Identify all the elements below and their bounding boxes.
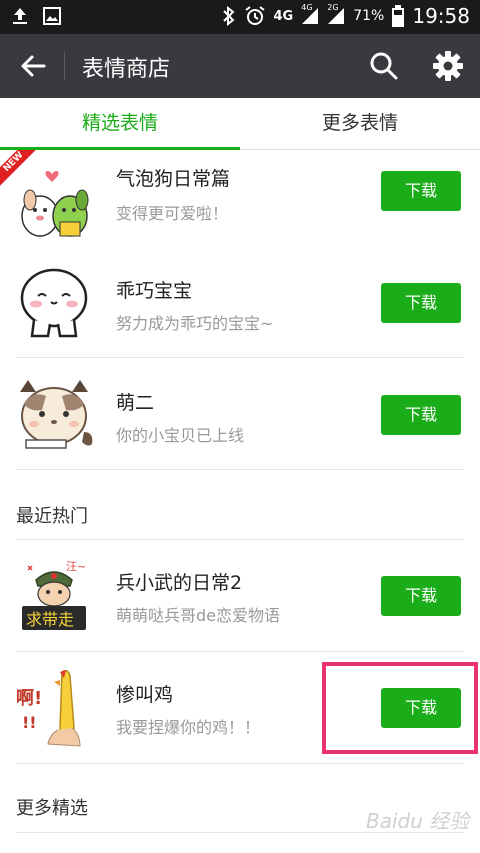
section-title-more: 更多精选 bbox=[16, 798, 88, 819]
list-item[interactable]: 汪~ 求带走 兵小武的日常2 萌萌哒兵哥de恋爱物语 下载 bbox=[0, 540, 480, 652]
sticker-thumbnail bbox=[20, 380, 93, 449]
svg-text:求带走: 求带走 bbox=[26, 610, 74, 629]
arrow-left-icon bbox=[21, 55, 46, 77]
signal-icon: 4G bbox=[301, 3, 319, 25]
status-bar: 4G 4G 2G 71% 19:58 bbox=[0, 0, 480, 34]
download-button[interactable]: 下载 bbox=[381, 576, 461, 616]
divider bbox=[16, 469, 464, 470]
svg-text:啊!: 啊! bbox=[16, 688, 42, 709]
upload-icon bbox=[10, 6, 30, 26]
download-button[interactable]: 下载 bbox=[381, 283, 461, 323]
tab-bar: 精选表情 更多表情 bbox=[0, 98, 480, 151]
sticker-thumbnail bbox=[21, 171, 89, 237]
svg-text:汪~: 汪~ bbox=[66, 560, 86, 573]
app-bar: 表情商店 bbox=[0, 34, 480, 98]
download-button[interactable]: 下载 bbox=[381, 171, 461, 211]
page-title: 表情商店 bbox=[82, 57, 171, 82]
network-4g-label: 4G bbox=[273, 8, 294, 24]
sticker-desc: 变得更可爱啦！ bbox=[116, 204, 229, 223]
divider bbox=[16, 763, 464, 764]
clock: 19:58 bbox=[412, 4, 470, 28]
download-button[interactable]: 下载 bbox=[381, 395, 461, 435]
sticker-name: 萌二 bbox=[116, 392, 155, 414]
sticker-desc: 努力成为乖巧的宝宝~ bbox=[116, 314, 274, 333]
tab-more[interactable]: 更多表情 bbox=[240, 98, 480, 150]
appbar-divider bbox=[64, 52, 65, 80]
battery-percent: 71% bbox=[353, 8, 385, 24]
section-title-recent: 最近热门 bbox=[16, 506, 88, 527]
signal-2g-icon: 2G bbox=[327, 3, 345, 25]
gear-icon bbox=[433, 51, 463, 81]
list-item[interactable]: 萌二 你的小宝贝已上线 下载 bbox=[0, 358, 480, 470]
sticker-name: 气泡狗日常篇 bbox=[116, 168, 231, 190]
sticker-desc: 你的小宝贝已上线 bbox=[116, 426, 245, 445]
list-item[interactable]: 乖巧宝宝 努力成为乖巧的宝宝~ 下载 bbox=[0, 246, 480, 358]
alarm-icon bbox=[244, 5, 266, 27]
battery-icon bbox=[392, 5, 405, 27]
search-button[interactable] bbox=[369, 51, 399, 81]
sticker-thumbnail bbox=[20, 268, 88, 338]
back-button[interactable] bbox=[18, 51, 48, 81]
sticker-name: 惨叫鸡 bbox=[116, 684, 174, 706]
bluetooth-icon bbox=[222, 6, 236, 26]
watermark: Baidu 经验 bbox=[366, 809, 470, 833]
tab-featured[interactable]: 精选表情 bbox=[0, 98, 240, 151]
sticker-thumbnail: 啊! !! bbox=[16, 669, 81, 747]
sticker-desc: 我要捏爆你的鸡！！ bbox=[116, 718, 261, 737]
sticker-name: 兵小武的日常2 bbox=[116, 572, 243, 594]
image-icon bbox=[42, 6, 62, 26]
sticker-desc: 萌萌哒兵哥de恋爱物语 bbox=[116, 606, 281, 625]
search-icon bbox=[370, 52, 398, 80]
svg-text:!!: !! bbox=[22, 713, 37, 732]
highlight-box bbox=[322, 662, 478, 754]
sticker-thumbnail: 汪~ 求带走 bbox=[22, 560, 86, 630]
sticker-name: 乖巧宝宝 bbox=[116, 280, 193, 302]
settings-button[interactable] bbox=[432, 50, 464, 82]
